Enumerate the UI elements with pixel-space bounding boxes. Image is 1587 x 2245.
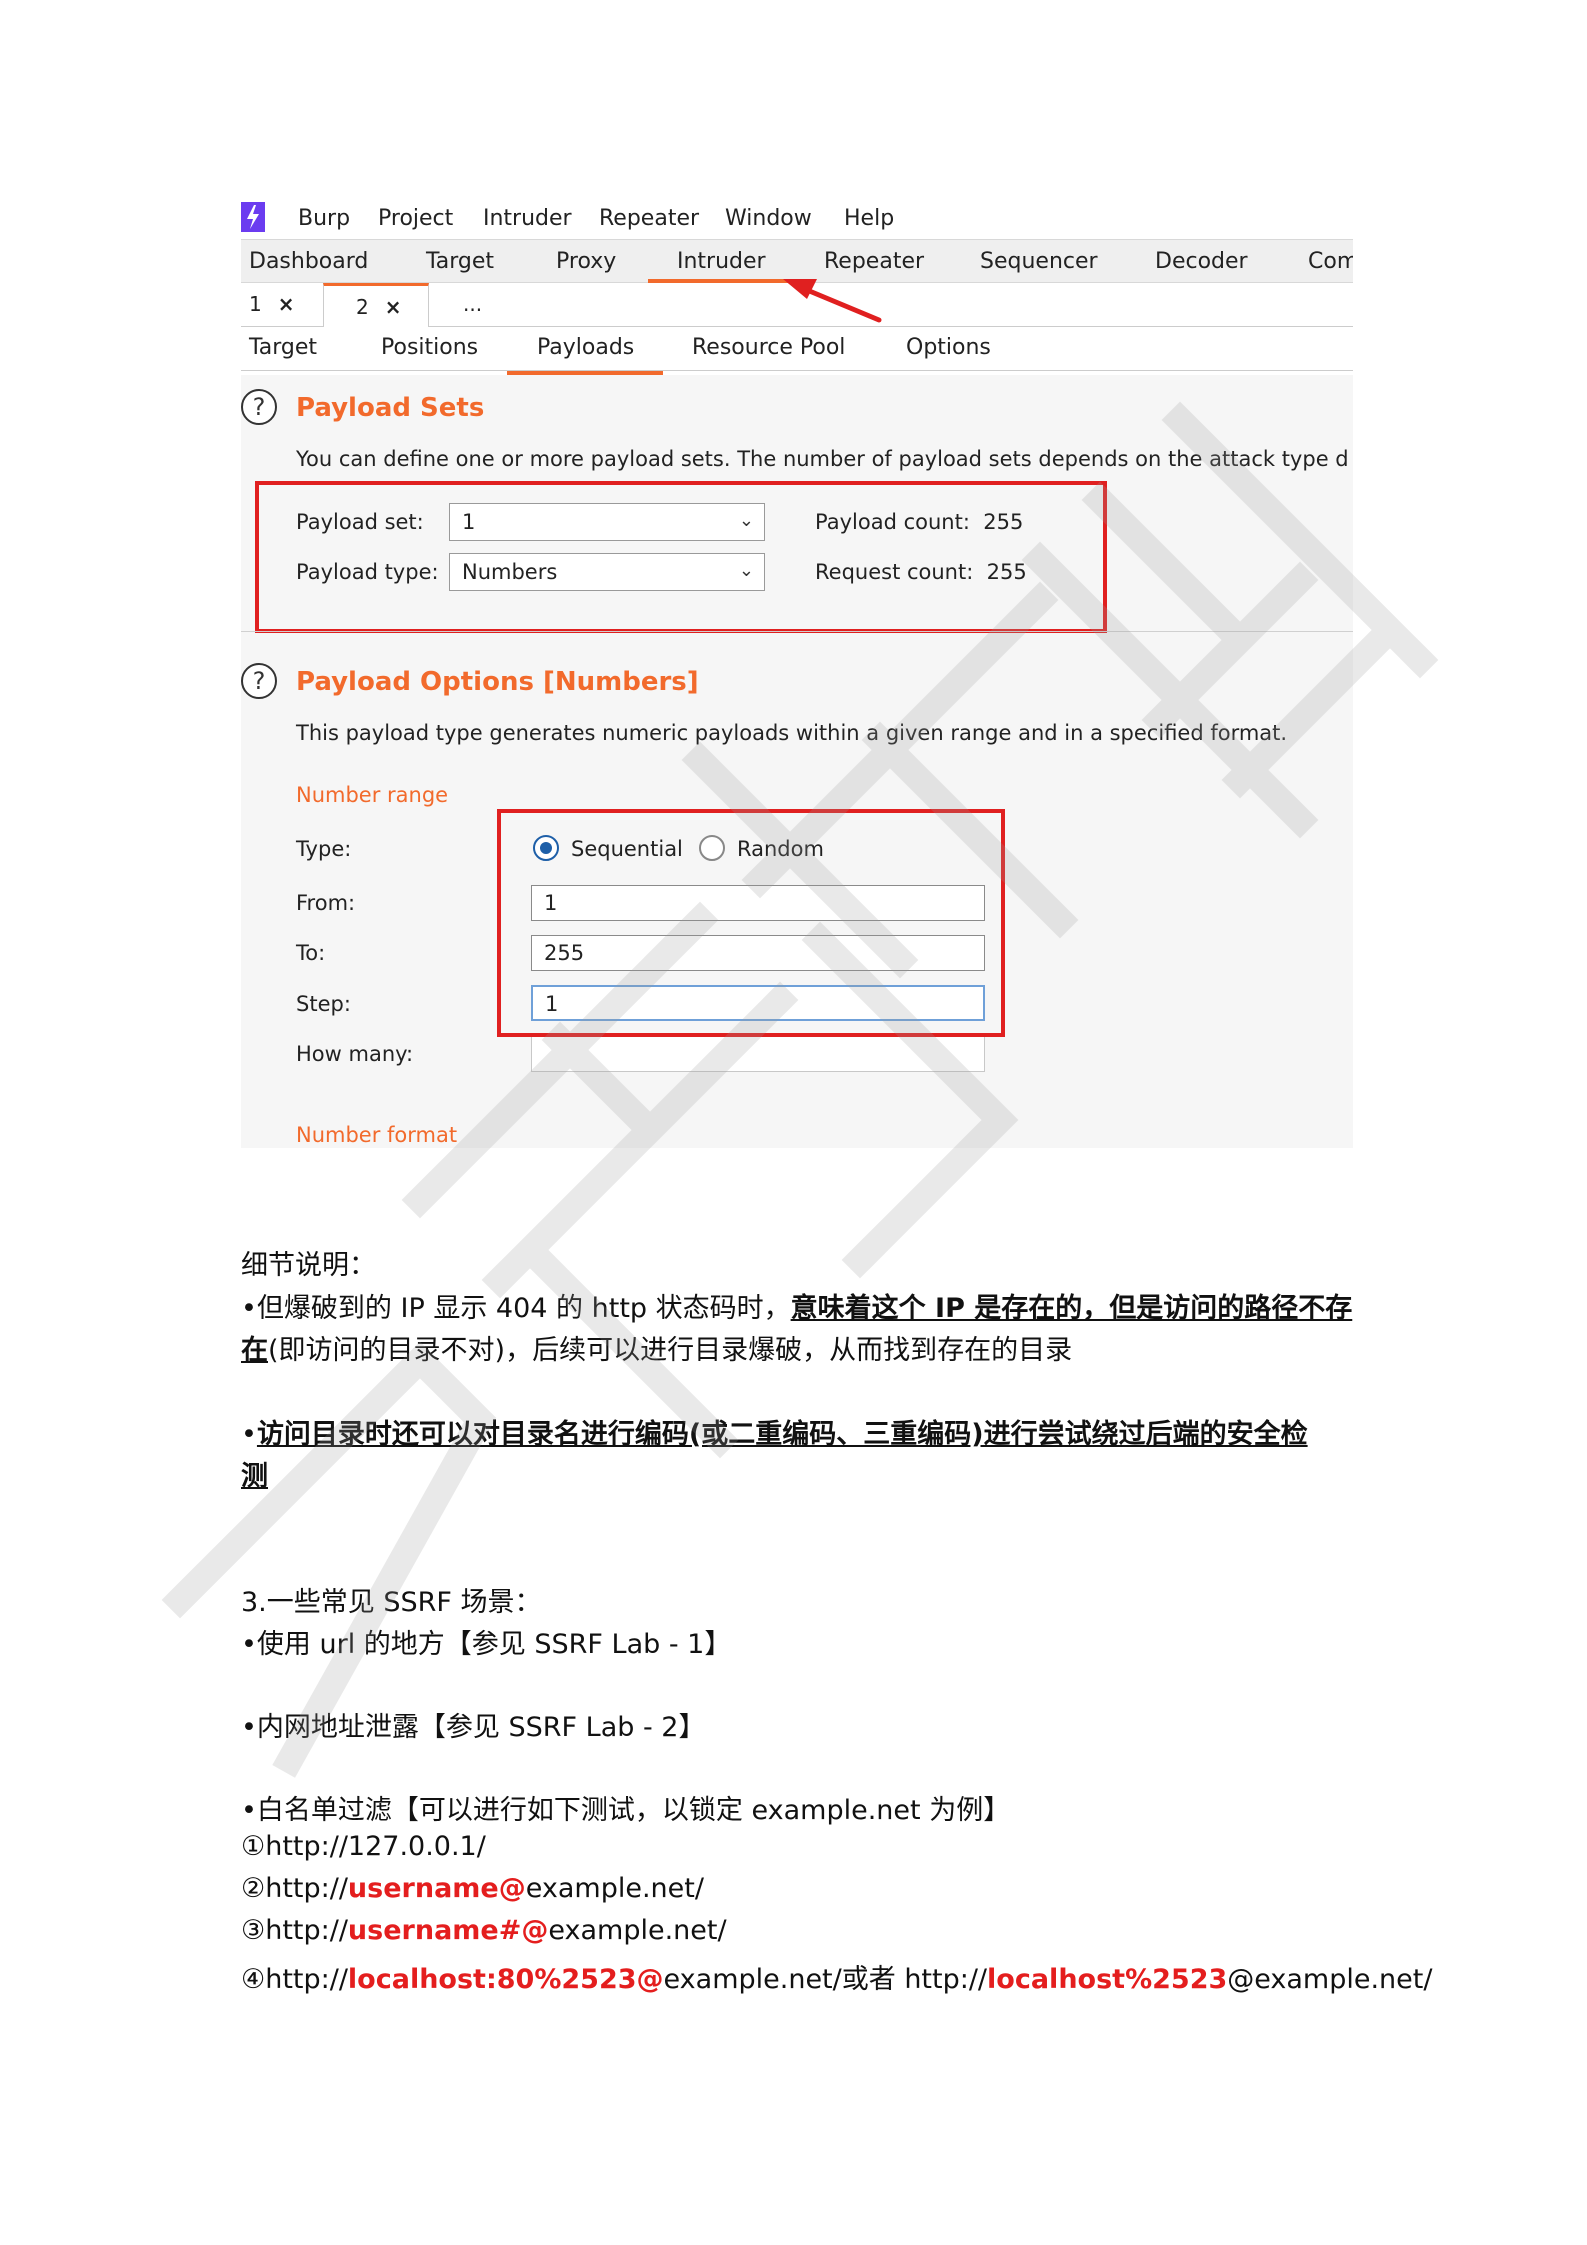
list-item: •使用 url 的地方【参见 SSRF Lab - 1】: [241, 1629, 732, 1660]
instance-tab-label: 1: [249, 292, 262, 316]
instance-tab-label: 2: [356, 295, 369, 319]
subtab-positions[interactable]: Positions: [381, 335, 478, 360]
tab-decoder[interactable]: Decoder: [1155, 249, 1248, 274]
instance-tabs: 1 × 2 × ...: [241, 283, 1353, 327]
subtab-resource-pool[interactable]: Resource Pool: [692, 335, 845, 360]
tab-sequencer[interactable]: Sequencer: [980, 249, 1098, 274]
test-url-3: ③http://username#@example.net/: [241, 1915, 727, 1946]
menu-help[interactable]: Help: [844, 206, 894, 231]
intruder-sub-tabs: Target Positions Payloads Resource Pool …: [241, 327, 1353, 371]
list-item: •白名单过滤【可以进行如下测试，以锁定 example.net 为例】: [241, 1795, 1011, 1826]
step-label: Step:: [296, 992, 351, 1016]
how-many-input[interactable]: [531, 1036, 985, 1072]
highlight-box: [497, 809, 1005, 1037]
payload-options-description: This payload type generates numeric payl…: [296, 721, 1288, 745]
emphasis-text: 意味着这个 IP 是存在的，但是访问的路径不存: [790, 1293, 1353, 1324]
test-url-1: ①http://127.0.0.1/: [241, 1831, 486, 1862]
tab-proxy[interactable]: Proxy: [556, 249, 616, 274]
tab-comparer[interactable]: Com: [1308, 249, 1353, 274]
close-icon[interactable]: ×: [278, 292, 295, 316]
paragraph-2-line-1: •访问目录时还可以对目录名进行编码(或二重编码、三重编码)进行尝试绕过后端的安全…: [241, 1419, 1308, 1450]
tab-dashboard[interactable]: Dashboard: [249, 249, 368, 274]
more-label: ...: [463, 292, 483, 316]
how-many-label: How many:: [296, 1042, 414, 1066]
menu-project[interactable]: Project: [378, 206, 453, 231]
number-range-label: Number range: [296, 783, 449, 807]
subtab-payloads[interactable]: Payloads: [537, 335, 634, 360]
close-icon[interactable]: ×: [385, 295, 402, 319]
subtab-target[interactable]: Target: [249, 335, 317, 360]
paragraph-1-line-1: •但爆破到的 IP 显示 404 的 http 状态码时，意味着这个 IP 是存…: [241, 1293, 1353, 1324]
payload-sets-description: You can define one or more payload sets.…: [296, 447, 1349, 471]
paragraph-1-line-2: 在(即访问的目录不对)，后续可以进行目录爆破，从而找到存在的目录: [241, 1335, 1073, 1366]
instance-tab-2[interactable]: 2 ×: [323, 283, 429, 327]
menu-bar: Burp Project Intruder Repeater Window He…: [241, 195, 1353, 239]
help-icon[interactable]: ?: [241, 389, 277, 425]
emphasis-text: 访问目录时还可以对目录名进行编码(或二重编码、三重编码)进行尝试绕过后端的安全检: [256, 1419, 1308, 1450]
tool-tabs: Dashboard Target Proxy Intruder Repeater…: [241, 239, 1353, 283]
detail-heading: 细节说明：: [241, 1250, 376, 1281]
instance-tab-1[interactable]: 1 ×: [241, 283, 323, 327]
tab-intruder[interactable]: Intruder: [677, 249, 766, 274]
test-url-4: ④http://localhost:80%2523@example.net/或者…: [241, 1964, 1433, 1995]
type-label: Type:: [296, 837, 352, 861]
subtab-options[interactable]: Options: [906, 335, 991, 360]
test-url-2: ②http://username@example.net/: [241, 1873, 704, 1904]
list-item: •内网地址泄露【参见 SSRF Lab - 2】: [241, 1712, 706, 1743]
new-tab-button[interactable]: ...: [429, 283, 509, 327]
burp-logo-icon: [241, 202, 265, 232]
tab-target[interactable]: Target: [426, 249, 494, 274]
section-3-heading: 3.一些常见 SSRF 场景：: [241, 1587, 542, 1618]
menu-intruder[interactable]: Intruder: [483, 206, 572, 231]
number-format-label: Number format: [296, 1123, 458, 1147]
paragraph-2-line-2: 测: [241, 1461, 268, 1492]
burp-screenshot: Burp Project Intruder Repeater Window He…: [241, 195, 1353, 1148]
payloads-panel: ? Payload Sets You can define one or mor…: [241, 375, 1353, 1148]
help-icon[interactable]: ?: [241, 663, 277, 699]
section-divider: [241, 631, 1353, 632]
highlight-box: [255, 481, 1107, 633]
payload-sets-title: Payload Sets: [296, 393, 485, 423]
menu-repeater[interactable]: Repeater: [599, 206, 699, 231]
payload-options-title: Payload Options [Numbers]: [296, 667, 699, 697]
menu-burp[interactable]: Burp: [298, 206, 350, 231]
from-label: From:: [296, 891, 356, 915]
tab-repeater[interactable]: Repeater: [824, 249, 924, 274]
to-label: To:: [296, 941, 326, 965]
menu-window[interactable]: Window: [725, 206, 812, 231]
